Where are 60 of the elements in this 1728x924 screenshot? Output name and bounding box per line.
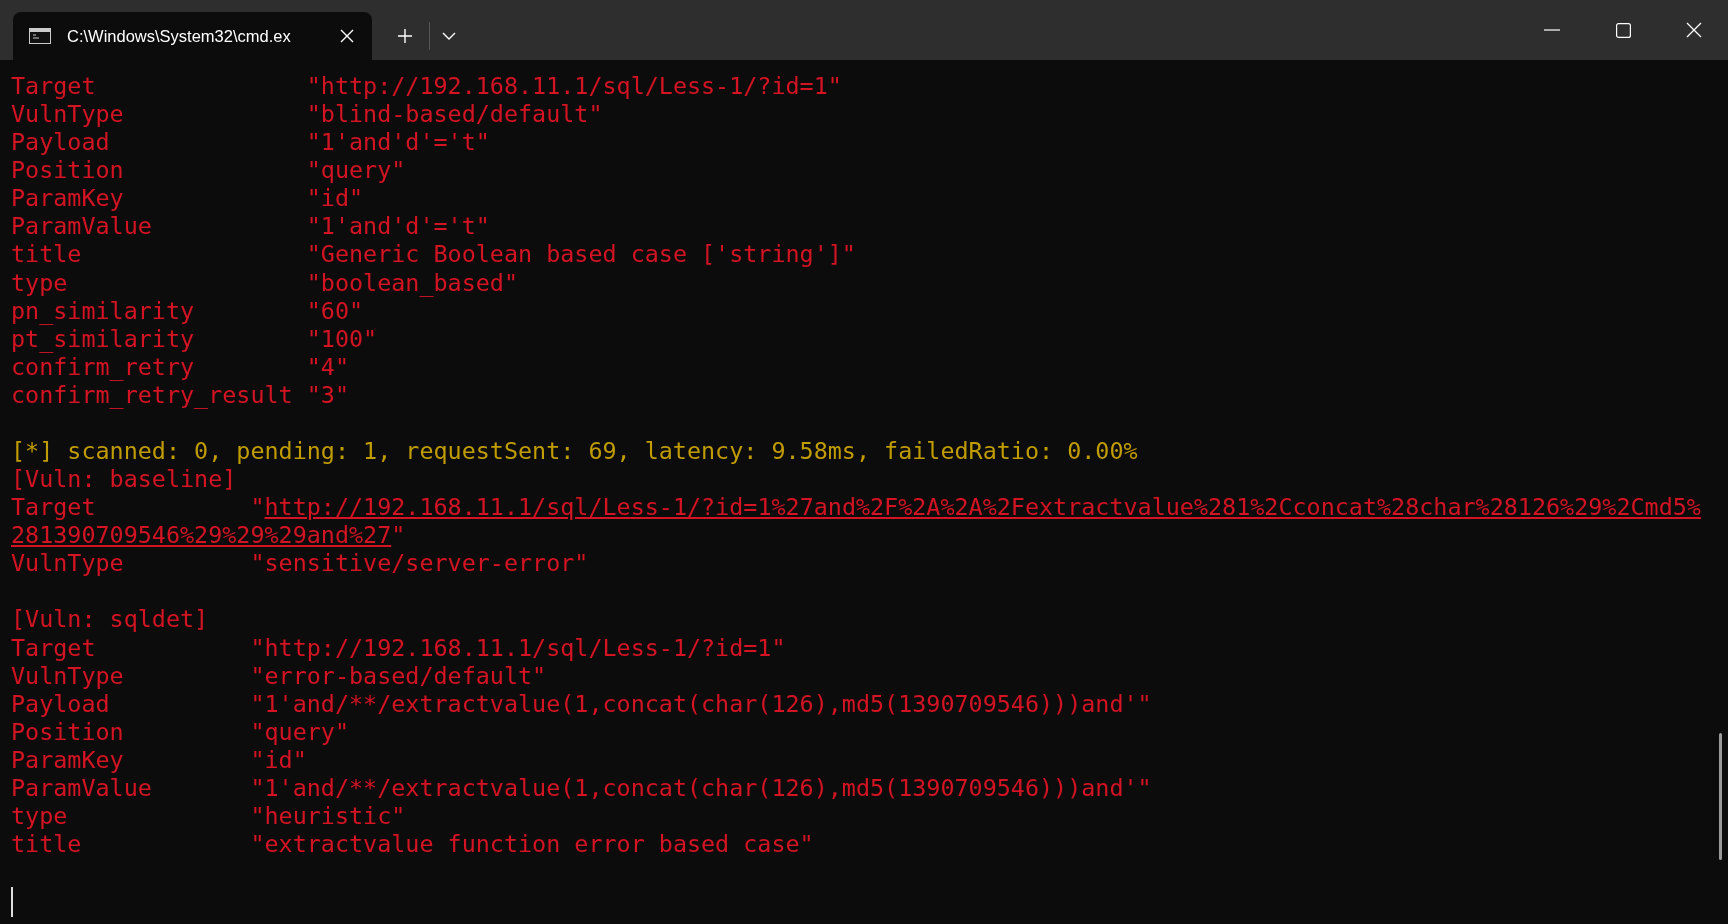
- field-value: "http://192.168.11.1/sql/Less-1/?id=1": [250, 633, 786, 662]
- field-value: "1'and'd'='t": [306, 212, 490, 241]
- terminal-icon: [29, 28, 51, 44]
- field-key: VulnType: [11, 100, 307, 129]
- field-key: type: [11, 268, 307, 297]
- field-key: pt_similarity: [11, 324, 307, 353]
- field-key: pn_similarity: [11, 296, 307, 325]
- field-value: "blind-based/default": [306, 100, 603, 129]
- field-key: VulnType: [11, 549, 251, 578]
- section-header: [Vuln: sqldet]: [11, 605, 209, 634]
- url-link-continuation[interactable]: 281390709546%29%29%29and%27: [11, 521, 392, 550]
- field-value: "id": [250, 745, 307, 774]
- terminal-tab[interactable]: C:\Windows\System32\cmd.ex: [13, 12, 372, 60]
- field-key: ParamValue: [11, 773, 251, 802]
- field-key: Position: [11, 717, 251, 746]
- close-icon[interactable]: [1686, 22, 1702, 38]
- scrollbar-thumb[interactable]: [1719, 733, 1722, 860]
- text-cursor: [11, 886, 13, 917]
- quote-mark: ": [250, 493, 265, 522]
- url-link[interactable]: http://192.168.11.1/sql/Less-1/?id=1%27and%2F%2A%2A%2Fextractvalue%281%2Cconcat%28char%28126%29%2Cmd5%: [264, 493, 1701, 522]
- field-key: ParamKey: [11, 184, 307, 213]
- field-value: "Generic Boolean based case ['string']": [306, 240, 856, 269]
- field-value: "extractvalue function error based case": [250, 830, 814, 859]
- field-key: Payload: [11, 128, 307, 157]
- field-key: type: [11, 802, 251, 831]
- field-key: confirm_retry_result: [11, 380, 307, 409]
- field-key: ParamKey: [11, 745, 251, 774]
- field-value: "query": [250, 717, 349, 746]
- field-value: "id": [306, 184, 364, 213]
- field-value: "1'and'd'='t": [306, 128, 490, 157]
- field-value: "error-based/default": [250, 661, 547, 690]
- field-key: VulnType: [11, 661, 251, 690]
- field-key: confirm_retry: [11, 352, 307, 381]
- tab-title: C:\Windows\System32\cmd.ex: [67, 26, 292, 46]
- field-key: title: [11, 240, 307, 269]
- chevron-down-icon[interactable]: [442, 32, 456, 40]
- close-tab-icon[interactable]: [340, 29, 354, 43]
- section-header: [Vuln: baseline]: [11, 465, 237, 494]
- field-value: "100": [306, 324, 378, 353]
- field-key: Target: [11, 72, 307, 100]
- field-value: "60": [306, 296, 364, 325]
- maximize-icon[interactable]: [1616, 23, 1631, 38]
- status-line: [*] scanned: 0, pending: 1, requestSent: 69, latency: 9.58ms, failedRatio: 0.00%: [11, 437, 1138, 465]
- field-value: "3": [306, 380, 349, 409]
- field-value: "boolean_based": [306, 268, 518, 297]
- field-key: Target: [11, 633, 251, 662]
- field-value: "4": [306, 352, 349, 381]
- field-key: ParamValue: [11, 212, 307, 241]
- field-value: "http://192.168.11.1/sql/Less-1/?id=1": [306, 72, 842, 100]
- field-value: "sensitive/server-error": [250, 549, 589, 578]
- new-tab-icon[interactable]: [397, 28, 413, 44]
- field-key: Target: [11, 493, 251, 522]
- field-value: "1'and/**/extractvalue(1,concat(char(126),md5(1390709546)))and'": [250, 689, 1152, 718]
- quote-mark: ": [391, 521, 406, 550]
- field-key: title: [11, 830, 251, 859]
- field-value: "query": [306, 156, 406, 185]
- field-value: "1'and/**/extractvalue(1,concat(char(126),md5(1390709546)))and'": [250, 773, 1152, 802]
- field-key: Position: [11, 156, 307, 185]
- field-key: Payload: [11, 689, 251, 718]
- field-value: "heuristic": [250, 802, 406, 831]
